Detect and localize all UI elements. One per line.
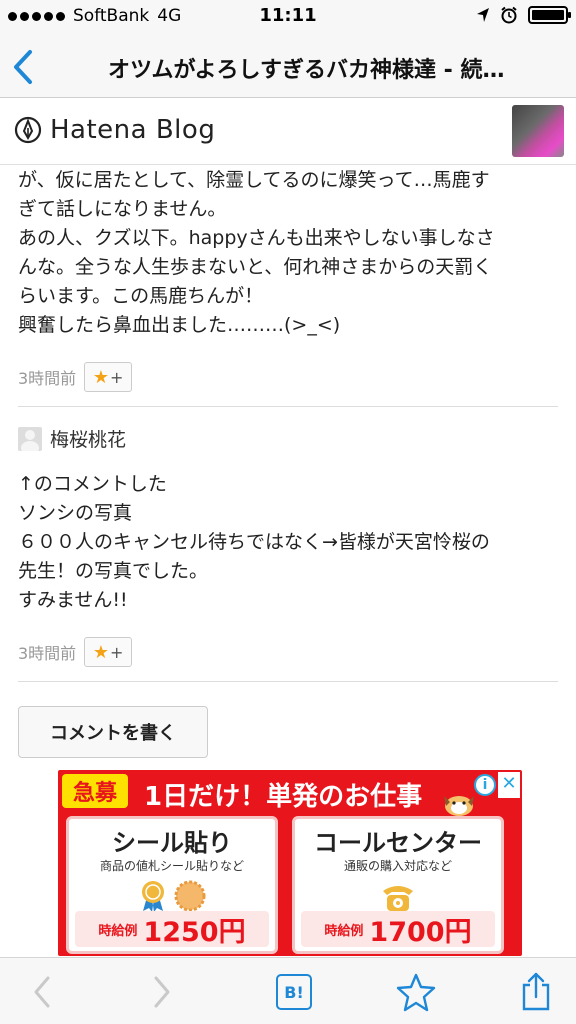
card-illustration <box>295 879 501 913</box>
comment-line: らいます。この馬鹿ちんが！ <box>18 285 264 307</box>
ad-badge: 急募 <box>62 774 128 808</box>
card-title: シール貼り <box>112 829 232 857</box>
hatena-bookmark-button[interactable]: B! <box>272 970 316 1014</box>
comment-item: が、仮に居たとして、除霊してるのに爆笑って…馬鹿す ぎて話しになりません。 あの… <box>18 166 558 407</box>
comments-section: が、仮に居たとして、除霊してるのに爆笑って…馬鹿す ぎて話しになりません。 あの… <box>18 166 558 758</box>
telephone-icon <box>383 886 413 911</box>
blog-header: Hatena Blog <box>0 99 576 165</box>
comment-line: あの人、クズ以下。happyさんも出来やしない事しなさ <box>18 227 495 249</box>
share-button[interactable] <box>514 970 558 1014</box>
pay-label: 時給例 <box>324 923 364 939</box>
logo-text: Hatena Blog <box>50 115 216 145</box>
comment-author: 梅桜桃花 <box>18 425 558 452</box>
hatena-pen-icon <box>14 116 42 144</box>
comment-time[interactable]: 3時間前 <box>18 640 76 664</box>
seal-sticker-icon <box>174 880 206 912</box>
comment-body: が、仮に居たとして、除霊してるのに爆笑って…馬鹿す ぎて話しになりません。 あの… <box>18 166 558 340</box>
ad-card-seal[interactable]: シール貼り 商品の値札シール貼りなど 時給例 1250円 <box>66 816 278 954</box>
star-icon: ★ <box>92 366 110 388</box>
ad-headline: 1日だけ！単発のお仕事 <box>144 782 423 812</box>
comment-line: ぎて話しになりません。 <box>18 198 227 220</box>
pay-amount: 1250円 <box>143 916 246 948</box>
pay-label: 時給例 <box>98 923 138 939</box>
status-right <box>476 6 571 24</box>
comment-meta: 3時間前 ★ + <box>18 362 558 392</box>
ad-banner[interactable]: 急募 1日だけ！単発のお仕事 i ✕ シール貼り 商品の値札シール貼りなど 時給… <box>58 770 522 956</box>
comment-line: ６００人のキャンセル待ちではなく→皆様が天宮怜桜の <box>18 531 490 553</box>
star-plus-label: + <box>110 367 124 387</box>
card-title: コールセンター <box>314 829 482 857</box>
toolbar-back-button[interactable] <box>20 970 64 1014</box>
ad-info-icon[interactable]: i <box>474 774 496 796</box>
ribbon-badge-icon <box>142 881 164 912</box>
star-icon: ★ <box>92 641 110 663</box>
navigation-bar: オツムがよろしすぎるバカ神様達 - 続… <box>0 36 576 98</box>
bottom-toolbar: B! <box>0 957 576 1024</box>
ad-header: 急募 1日だけ！単発のお仕事 i ✕ <box>58 770 522 816</box>
write-comment-button[interactable]: コメントを書く <box>18 706 208 758</box>
toolbar-forward-button[interactable] <box>140 970 184 1014</box>
star-outline-icon <box>396 973 436 1012</box>
card-illustration <box>69 879 275 913</box>
hatena-blog-logo[interactable]: Hatena Blog <box>14 115 215 145</box>
pay-amount: 1700円 <box>369 916 472 948</box>
location-icon <box>477 8 489 22</box>
chevron-left-icon <box>34 976 50 1008</box>
chevron-left-icon <box>14 50 32 84</box>
hatena-bookmark-icon: B! <box>276 974 312 1010</box>
comment-line: すみません!! <box>18 589 128 611</box>
add-star-button[interactable]: ★ + <box>84 362 133 392</box>
status-bar: SoftBank 4G 11:11 <box>0 0 576 36</box>
comment-line: ソンシの写真 <box>18 502 133 524</box>
add-star-button[interactable]: ★ + <box>84 637 133 667</box>
comment-line: ↑のコメントした <box>18 473 167 495</box>
author-name: 梅桜桃花 <box>50 429 127 451</box>
comment-meta: 3時間前 ★ + <box>18 637 558 667</box>
toolbar-star-button[interactable] <box>394 970 438 1014</box>
comment-item: 梅桜桃花 ↑のコメントした ソンシの写真 ６００人のキャンセル待ちではなく→皆様… <box>18 425 558 682</box>
card-pay: 時給例 1250円 <box>75 911 269 948</box>
divider <box>18 406 558 407</box>
comment-body: ↑のコメントした ソンシの写真 ６００人のキャンセル待ちではなく→皆様が天宮怜桜… <box>18 470 558 615</box>
share-icon <box>522 972 550 1011</box>
ad-close-icon[interactable]: ✕ <box>498 772 520 798</box>
dog-illustration-icon <box>444 796 474 816</box>
back-button[interactable] <box>8 44 48 90</box>
card-pay: 時給例 1700円 <box>301 911 495 948</box>
card-subtitle: 商品の値札シール貼りなど <box>99 859 244 873</box>
divider <box>18 681 558 682</box>
star-plus-label: + <box>110 642 124 662</box>
comment-time[interactable]: 3時間前 <box>18 365 76 389</box>
comment-line: が、仮に居たとして、除霊してるのに爆笑って…馬鹿す <box>18 169 490 191</box>
ad-card-call-center[interactable]: コールセンター 通販の購入対応など 時給例 1700円 <box>292 816 504 954</box>
chevron-right-icon <box>154 976 170 1008</box>
comment-line: んな。全うな人生歩まないと、何れ神さまからの天罰く <box>18 256 493 278</box>
user-placeholder-icon <box>18 426 42 451</box>
battery-icon <box>528 6 571 24</box>
alarm-icon <box>501 6 517 24</box>
comment-line: 興奮したら鼻血出ました………(>_<) <box>18 314 341 336</box>
page-title: オツムがよろしすぎるバカ神様達 - 続… <box>108 58 505 83</box>
card-subtitle: 通販の購入対応など <box>343 859 452 873</box>
user-avatar[interactable] <box>512 105 564 157</box>
comment-line: 先生！の写真でした。 <box>18 560 209 582</box>
